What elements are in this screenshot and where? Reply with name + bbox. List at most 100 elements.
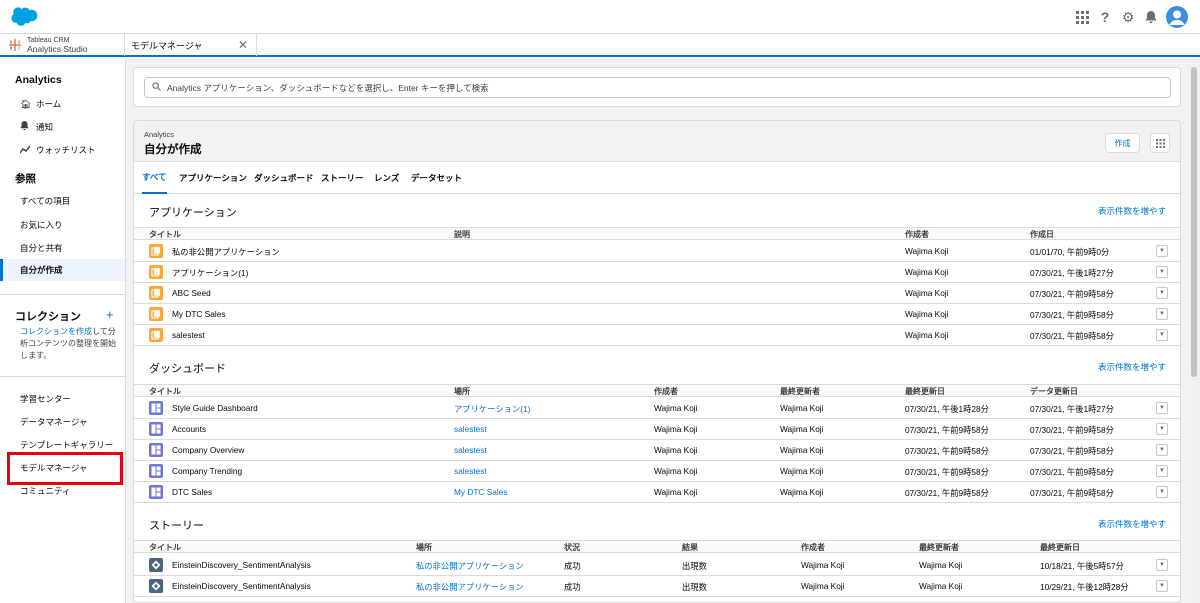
table-header: タイトル 説明 作成者 作成日: [134, 227, 1180, 240]
close-icon[interactable]: ✕: [238, 38, 248, 52]
grid-view-button[interactable]: [1150, 133, 1170, 153]
table-row[interactable]: 私の非公開アプリケーション Wajima Koji 01/01/70, 午前9時0分…: [134, 241, 1180, 262]
add-collection-button[interactable]: +: [106, 307, 114, 322]
row-actions-dropdown[interactable]: ▼: [1156, 245, 1168, 257]
notification-bell-icon[interactable]: [1143, 8, 1159, 26]
vertical-scrollbar[interactable]: [1188, 59, 1200, 603]
column-header[interactable]: 作成者: [801, 542, 825, 553]
row-actions-dropdown[interactable]: ▼: [1156, 402, 1168, 414]
cell-refreshed-date: 07/30/21, 午前9時58分: [1030, 446, 1114, 456]
sidebar-item-watchlist[interactable]: ウォッチリスト: [0, 139, 125, 161]
tab-lenses[interactable]: レンズ: [374, 162, 399, 194]
show-more-dashboards[interactable]: 表示件数を増やす: [1098, 361, 1166, 373]
section-title-applications: アプリケーション: [149, 207, 237, 219]
row-actions-dropdown[interactable]: ▼: [1156, 329, 1168, 341]
cell-author: Wajima Koji: [905, 330, 949, 340]
column-header[interactable]: 結果: [682, 542, 698, 553]
table-row[interactable]: Accounts salestest Wajima Koji Wajima Koji 0…: [134, 419, 1180, 440]
column-header[interactable]: 場所: [416, 542, 432, 553]
table-row[interactable]: EinsteinDiscovery_SentimentAnalysis 私の非公開…: [134, 576, 1180, 597]
row-actions-dropdown[interactable]: ▼: [1156, 559, 1168, 571]
section-title-stories: ストーリー: [149, 520, 204, 532]
show-more-applications[interactable]: 表示件数を増やす: [1098, 205, 1166, 217]
tab-applications[interactable]: アプリケーション: [179, 162, 247, 194]
sidebar-item-shared-with-me[interactable]: 自分と共有: [0, 237, 125, 259]
show-more-stories[interactable]: 表示件数を増やす: [1098, 518, 1166, 530]
row-actions-dropdown[interactable]: ▼: [1156, 580, 1168, 592]
column-header[interactable]: 作成者: [654, 386, 678, 397]
table-row[interactable]: DTC Sales My DTC Sales Wajima Koji Wajima K…: [134, 482, 1180, 503]
column-header[interactable]: 最終更新者: [780, 386, 820, 397]
salesforce-logo[interactable]: [10, 6, 38, 26]
table-row[interactable]: アプリケーション(1) Wajima Koji 07/30/21, 午後1時27分 ▼: [134, 262, 1180, 283]
table-row[interactable]: salestest Wajima Koji 07/30/21, 午前9時58分 ▼: [134, 325, 1180, 346]
column-header[interactable]: 説明: [454, 229, 470, 240]
column-header[interactable]: 最終更新日: [1040, 542, 1080, 553]
sidebar-item-data-manager[interactable]: データマネージャ: [0, 411, 125, 433]
cell-location[interactable]: アプリケーション(1): [454, 403, 530, 415]
sidebar-heading-browse: 参照: [15, 173, 36, 185]
cell-author: Wajima Koji: [905, 267, 949, 277]
create-collection-link[interactable]: コレクションを作成: [20, 327, 92, 336]
app-brand[interactable]: Tableau CRM Analytics Studio: [0, 34, 125, 56]
help-icon[interactable]: ?: [1097, 8, 1113, 26]
sidebar-item-learning-center[interactable]: 学習センター: [0, 388, 125, 410]
search-placeholder: Analytics アプリケーション、ダッシュボードなどを選択し、Enter キ…: [167, 82, 489, 93]
sidebar-item-all-items[interactable]: すべての項目: [0, 190, 125, 212]
cell-modified-date: 07/30/21, 午前9時58分: [905, 446, 989, 456]
cell-modifier: Wajima Koji: [780, 487, 824, 497]
cell-location[interactable]: salestest: [454, 424, 487, 434]
global-header: ? ⚙: [0, 0, 1200, 33]
create-button[interactable]: 作成: [1105, 133, 1140, 153]
sidebar-item-label: 自分と共有: [20, 243, 63, 253]
column-header[interactable]: データ更新日: [1030, 386, 1078, 397]
tab-stories[interactable]: ストーリー: [321, 162, 364, 194]
tab-datasets[interactable]: データセット: [411, 162, 462, 194]
table-row[interactable]: EinsteinDiscovery_SentimentAnalysis 私の非公開…: [134, 555, 1180, 576]
column-header[interactable]: タイトル: [149, 386, 181, 397]
cell-title: Style Guide Dashboard: [172, 403, 258, 413]
cell-location[interactable]: salestest: [454, 466, 487, 476]
column-header[interactable]: 作成者: [905, 229, 929, 240]
sidebar-item-favorites[interactable]: お気に入り: [0, 214, 125, 236]
column-header[interactable]: 作成日: [1030, 229, 1054, 240]
cell-location[interactable]: My DTC Sales: [454, 487, 507, 497]
cell-location[interactable]: 私の非公開アプリケーション: [416, 581, 524, 593]
row-actions-dropdown[interactable]: ▼: [1156, 444, 1168, 456]
cell-refreshed-date: 07/30/21, 午後1時27分: [1030, 404, 1114, 414]
row-actions-dropdown[interactable]: ▼: [1156, 486, 1168, 498]
search-input[interactable]: Analytics アプリケーション、ダッシュボードなどを選択し、Enter キ…: [144, 77, 1171, 98]
breadcrumb[interactable]: Analytics: [144, 130, 174, 139]
row-actions-dropdown[interactable]: ▼: [1156, 287, 1168, 299]
setup-gear-icon[interactable]: ⚙: [1120, 8, 1136, 26]
scrollbar-thumb[interactable]: [1191, 67, 1197, 377]
table-row[interactable]: Company Overview salestest Wajima Koji Waji…: [134, 440, 1180, 461]
table-row[interactable]: ABC Seed Wajima Koji 07/30/21, 午前9時58分 ▼: [134, 283, 1180, 304]
grid-icon: [1155, 138, 1165, 148]
row-actions-dropdown[interactable]: ▼: [1156, 266, 1168, 278]
cell-refreshed-date: 07/30/21, 午前9時58分: [1030, 425, 1114, 435]
sidebar-item-notifications[interactable]: 通知: [0, 116, 125, 138]
user-avatar[interactable]: [1166, 6, 1188, 28]
cell-author: Wajima Koji: [801, 560, 845, 570]
tab-model-manager[interactable]: モデルマネージャ ✕: [126, 34, 257, 56]
cell-location[interactable]: 私の非公開アプリケーション: [416, 560, 524, 572]
column-header[interactable]: 状況: [564, 542, 580, 553]
cell-location[interactable]: salestest: [454, 445, 487, 455]
table-row[interactable]: My DTC Sales Wajima Koji 07/30/21, 午前9時58分…: [134, 304, 1180, 325]
tab-dashboards[interactable]: ダッシュボード: [254, 162, 314, 194]
column-header[interactable]: 最終更新日: [905, 386, 945, 397]
column-header[interactable]: タイトル: [149, 542, 181, 553]
row-actions-dropdown[interactable]: ▼: [1156, 465, 1168, 477]
column-header[interactable]: 場所: [454, 386, 470, 397]
tab-all[interactable]: すべて: [142, 162, 167, 194]
sidebar-item-created-by-me[interactable]: 自分が作成: [0, 259, 125, 281]
app-launcher-icon[interactable]: [1074, 8, 1090, 26]
row-actions-dropdown[interactable]: ▼: [1156, 423, 1168, 435]
column-header[interactable]: タイトル: [149, 229, 181, 240]
row-actions-dropdown[interactable]: ▼: [1156, 308, 1168, 320]
sidebar-item-home[interactable]: 🏠︎ ホーム: [0, 93, 125, 115]
table-row[interactable]: Style Guide Dashboard アプリケーション(1) Wajima K…: [134, 398, 1180, 419]
column-header[interactable]: 最終更新者: [919, 542, 959, 553]
table-row[interactable]: Company Trending salestest Wajima Koji Waji…: [134, 461, 1180, 482]
